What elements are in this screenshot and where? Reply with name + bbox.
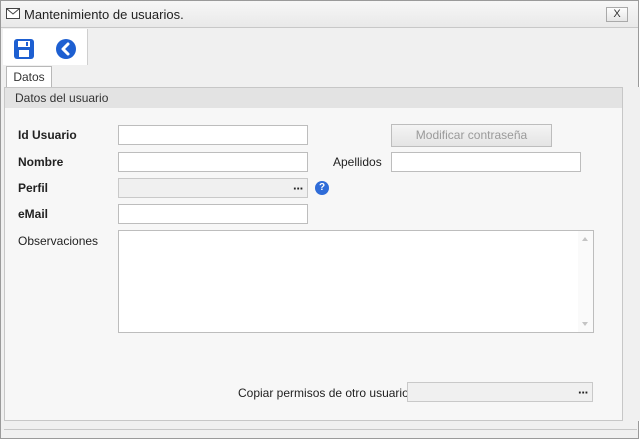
modificar-contrasena-button[interactable]: Modificar contraseña: [391, 124, 552, 147]
nombre-field[interactable]: [118, 152, 308, 172]
window-title: Mantenimiento de usuarios.: [24, 7, 184, 22]
id-usuario-label: Id Usuario: [18, 128, 77, 142]
tab-panel-datos: Datos del usuario Id Usuario Modificar c…: [4, 87, 623, 421]
copiar-permisos-lookup-button[interactable]: ···: [578, 385, 589, 400]
group-header: Datos del usuario: [5, 88, 622, 108]
email-field[interactable]: [118, 204, 308, 224]
tab-datos[interactable]: Datos: [6, 66, 52, 87]
save-icon: [14, 39, 34, 59]
vertical-scrollbar[interactable]: [578, 231, 593, 332]
window: Mantenimiento de usuarios. X Datos Datos…: [0, 0, 640, 439]
observaciones-textarea[interactable]: [118, 230, 594, 333]
back-icon: [56, 39, 76, 59]
email-label: eMail: [18, 207, 49, 221]
copiar-permisos-field[interactable]: ···: [407, 382, 593, 402]
apellidos-label: Apellidos: [333, 155, 382, 169]
envelope-icon: [6, 8, 20, 19]
back-button[interactable]: [54, 37, 80, 61]
toolbar: [3, 29, 88, 65]
divider: [4, 429, 637, 430]
observaciones-label: Observaciones: [18, 234, 99, 248]
id-usuario-field[interactable]: [118, 125, 308, 145]
close-button[interactable]: X: [606, 7, 628, 22]
perfil-field[interactable]: ···: [118, 178, 308, 198]
perfil-lookup-button[interactable]: ···: [293, 181, 304, 196]
scroll-up-icon[interactable]: [582, 237, 588, 241]
apellidos-field[interactable]: [391, 152, 581, 172]
help-icon[interactable]: ?: [315, 181, 329, 195]
title-bar: Mantenimiento de usuarios. X: [1, 1, 638, 28]
copiar-permisos-label: Copiar permisos de otro usuario: [238, 386, 409, 400]
save-button[interactable]: [12, 37, 38, 61]
perfil-label: Perfil: [18, 181, 49, 195]
scroll-down-icon[interactable]: [582, 322, 588, 326]
right-edge: [627, 87, 640, 421]
nombre-label: Nombre: [18, 155, 64, 169]
